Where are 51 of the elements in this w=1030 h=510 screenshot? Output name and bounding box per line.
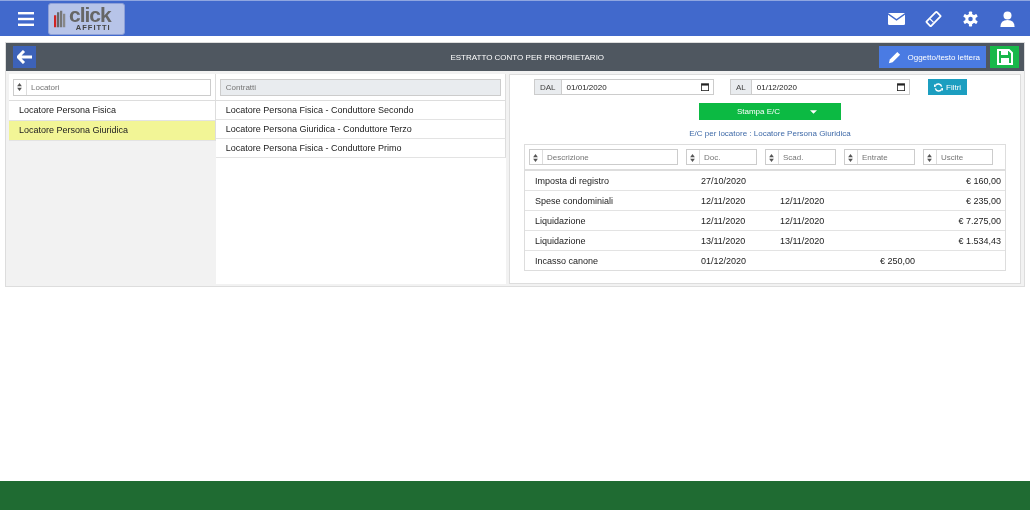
table-cell: Liquidazione xyxy=(535,215,586,226)
settings-icon[interactable] xyxy=(962,10,979,27)
sort-icon xyxy=(690,153,695,162)
page-title: ESTRATTO CONTO PER PROPRIETARIO xyxy=(449,52,606,62)
table-cell: 12/11/2020 xyxy=(780,215,825,226)
sort-icon xyxy=(927,153,932,162)
table-cell: Imposta di registro xyxy=(535,175,610,186)
table-cell: € 160,00 xyxy=(965,175,1001,186)
table-cell: Spese condominiali xyxy=(535,195,614,206)
table-cell: 13/11/2020 xyxy=(780,235,825,246)
table-cell: 12/11/2020 xyxy=(701,215,746,226)
column-filter-field[interactable]: Scad. xyxy=(765,149,836,165)
to-date-field[interactable]: AL 01/12/2020 xyxy=(730,79,910,95)
logo-name: click xyxy=(69,5,111,24)
menu-icon[interactable] xyxy=(18,11,34,26)
user-icon[interactable] xyxy=(999,10,1016,27)
caret-icon xyxy=(810,109,818,114)
sort-icon xyxy=(848,153,853,162)
pencil-icon xyxy=(886,49,902,65)
sort-icon xyxy=(17,83,22,91)
column-filter-field[interactable]: Entrate xyxy=(844,149,915,165)
table-cell: € 1.534,43 xyxy=(958,235,1001,246)
locatori-field[interactable]: Locatori xyxy=(13,78,211,96)
locatore-item[interactable]: Locatore Persona Giuridica xyxy=(9,121,216,141)
table-cell: Liquidazione xyxy=(535,235,586,246)
letter-button[interactable]: Oggetto/testo lettera xyxy=(878,46,986,68)
ticket-icon[interactable] xyxy=(925,10,942,27)
calendar-icon[interactable] xyxy=(701,83,709,91)
column-filter-field[interactable]: Descrizione xyxy=(529,149,678,165)
table-cell: 27/10/2020 xyxy=(701,175,747,186)
table-cell: Incasso canone xyxy=(535,255,599,266)
sort-icon xyxy=(769,153,774,162)
building-icon xyxy=(54,8,66,29)
table-cell: 01/12/2020 xyxy=(701,255,747,266)
statement-caption: E/C per locatore : Locatore Persona Giuridica xyxy=(688,129,852,138)
table-cell: € 250,00 xyxy=(879,255,915,266)
calendar-icon[interactable] xyxy=(897,83,905,91)
column-filter-field[interactable]: Uscite xyxy=(923,149,993,165)
envelope-icon[interactable] xyxy=(888,10,905,27)
locatore-item[interactable]: Locatore Persona Fisica xyxy=(9,101,216,121)
table-cell: 12/11/2020 xyxy=(780,195,825,206)
sort-icon xyxy=(533,153,538,162)
column-filter-field[interactable]: Doc. xyxy=(686,149,757,165)
table-cell: € 235,00 xyxy=(965,195,1001,206)
refresh-icon xyxy=(934,82,943,92)
table-cell: € 7.275,00 xyxy=(958,215,1001,226)
table-cell: 12/11/2020 xyxy=(701,195,746,206)
back-button[interactable] xyxy=(13,46,36,68)
table-cell: 13/11/2020 xyxy=(701,235,746,246)
from-date-field[interactable]: DAL 01/01/2020 xyxy=(534,79,714,95)
save-button[interactable] xyxy=(990,46,1019,68)
